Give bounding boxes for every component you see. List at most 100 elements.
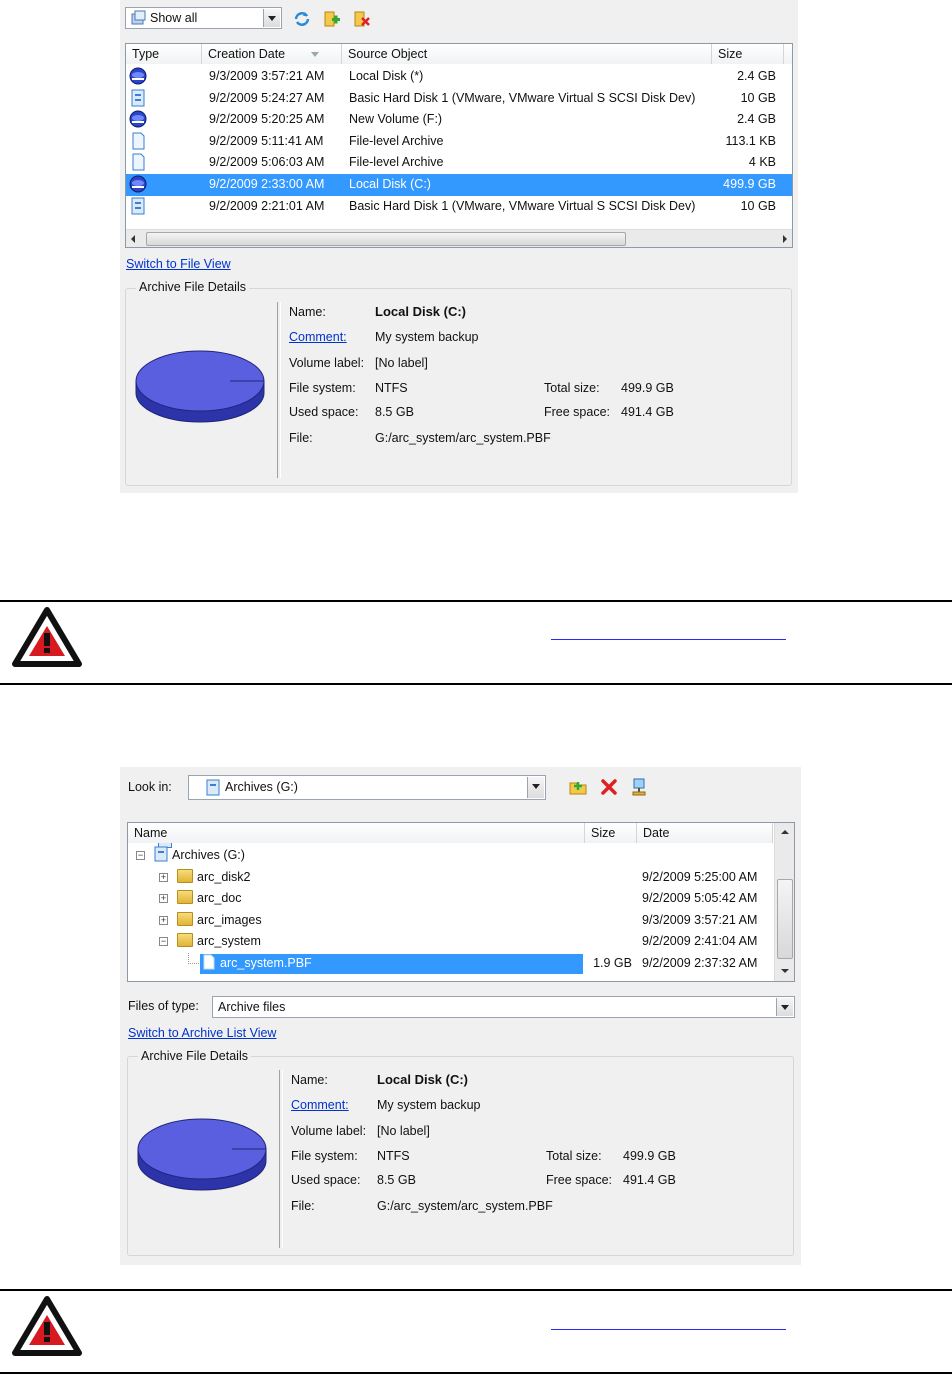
tree-size: [585, 931, 632, 953]
disk-pie-icon: [137, 1118, 267, 1191]
column-header-date[interactable]: Date: [637, 823, 773, 843]
tree-folder[interactable]: + arc_doc 9/2/2009 5:05:42 AM: [128, 888, 794, 910]
expand-icon[interactable]: +: [159, 915, 168, 925]
tree-folder[interactable]: + arc_disk2 9/2/2009 5:25:00 AM: [128, 867, 794, 889]
row-creation-date: 9/2/2009 5:20:25 AM: [209, 112, 325, 127]
row-size: 10 GB: [740, 198, 776, 213]
horizontal-scrollbar[interactable]: [126, 229, 792, 247]
tree-date: 9/3/2009 3:57:21 AM: [642, 912, 758, 927]
network-drive-icon[interactable]: [630, 778, 648, 796]
total-size-value: 499.9 GB: [621, 381, 674, 395]
chevron-down-icon[interactable]: [527, 777, 544, 798]
warning-link-underline[interactable]: [551, 1329, 786, 1330]
files-of-type-label: Files of type:: [128, 999, 199, 1013]
column-header-creation-date-label: Creation Date: [208, 47, 286, 61]
file-icon: [129, 132, 147, 152]
tree-drive[interactable]: − Archives (G:): [128, 845, 794, 867]
column-header-overflow[interactable]: [784, 44, 792, 64]
scroll-thumb[interactable]: [777, 879, 793, 959]
warning-box: [0, 1289, 952, 1374]
name-label: Name:: [289, 305, 326, 319]
row-size: 499.9 GB: [723, 177, 776, 191]
delete-archive-icon[interactable]: [353, 10, 371, 28]
add-archive-icon[interactable]: [323, 10, 341, 28]
switch-to-file-view-link[interactable]: Switch to File View: [126, 257, 231, 271]
scroll-thumb[interactable]: [146, 232, 626, 246]
row-creation-date: 9/3/2009 3:57:21 AM: [209, 69, 325, 83]
row-source-object: Basic Hard Disk 1 (VMware, VMware Virtua…: [349, 198, 696, 213]
look-in-value: Archives (G:): [225, 780, 298, 794]
table-row[interactable]: 9/2/2009 5:24:27 AM Basic Hard Disk 1 (VM…: [126, 88, 792, 110]
tree-file[interactable]: arc_system.PBF 1.9 GB 9/2/2009 2:37:32 AM: [128, 952, 794, 975]
row-size: 2.4 GB: [737, 112, 776, 127]
file-tree-list[interactable]: Name Size Date − Archives (G:) + arc_disk2 9…: [127, 822, 795, 982]
row-source-object: Local Disk (C:): [349, 177, 431, 191]
column-header-type[interactable]: Type: [126, 44, 202, 64]
folder-icon: [177, 890, 193, 904]
scroll-right-icon[interactable]: [783, 235, 787, 243]
expand-icon[interactable]: +: [159, 894, 168, 903]
collapse-icon[interactable]: −: [159, 937, 168, 946]
show-filter-combo[interactable]: Show all: [125, 7, 282, 29]
tree-size: [585, 867, 632, 889]
table-row[interactable]: 9/2/2009 5:20:25 AM New Volume (F:) 2.4 GB: [126, 109, 792, 131]
scroll-up-icon[interactable]: [781, 830, 789, 834]
row-source-object: Basic Hard Disk 1 (VMware, VMware Virtua…: [349, 90, 696, 105]
tree-label: arc_system.PBF: [220, 955, 312, 970]
chevron-down-icon[interactable]: [263, 9, 280, 27]
name-value: Local Disk (C:): [377, 1072, 469, 1087]
comment-link[interactable]: Comment:: [291, 1098, 349, 1112]
details-divider: [279, 1070, 283, 1248]
column-header-name[interactable]: Name: [128, 823, 585, 843]
table-row[interactable]: 9/2/2009 2:33:00 AM Local Disk (C:) 499.9 …: [126, 174, 792, 196]
tree-folder[interactable]: − arc_system 9/2/2009 2:41:04 AM: [128, 931, 794, 953]
delete-icon[interactable]: [600, 778, 618, 796]
refresh-icon[interactable]: [293, 10, 311, 28]
files-of-type-combo[interactable]: Archive files: [212, 996, 795, 1018]
warning-box: [0, 600, 952, 685]
tree-folder[interactable]: + arc_images 9/3/2009 3:57:21 AM: [128, 910, 794, 932]
new-folder-icon[interactable]: [569, 778, 587, 796]
row-source-object: File-level Archive: [349, 133, 444, 148]
file-label: File:: [289, 431, 313, 445]
scroll-down-icon[interactable]: [781, 969, 789, 973]
column-header-creation-date[interactable]: Creation Date: [202, 44, 342, 64]
used-space-label: Used space:: [291, 1173, 361, 1187]
file-browser-panel: Look in: Archives (G:) Name Size Date − A…: [120, 767, 801, 1265]
warning-link-underline[interactable]: [551, 639, 786, 640]
table-row[interactable]: 9/3/2009 3:57:21 AM Local Disk (*) 2.4 GB: [126, 66, 792, 88]
warning-icon: [12, 607, 82, 667]
switch-to-archive-list-link[interactable]: Switch to Archive List View: [128, 1026, 276, 1040]
column-header-source-object[interactable]: Source Object: [342, 44, 712, 64]
free-space-label: Free space:: [546, 1173, 613, 1187]
tree-date: 9/2/2009 2:37:32 AM: [642, 955, 758, 970]
warning-icon: [12, 1296, 82, 1356]
archive-list[interactable]: Type Creation Date Source Object Size 9/…: [125, 43, 793, 248]
table-row[interactable]: 9/2/2009 5:11:41 AM File-level Archive 113…: [126, 131, 792, 153]
chevron-down-icon[interactable]: [776, 998, 793, 1016]
volume-icon: [129, 110, 147, 130]
collapse-icon[interactable]: −: [136, 851, 145, 860]
table-row[interactable]: 9/2/2009 5:06:03 AM File-level Archive 4 K…: [126, 152, 792, 174]
vertical-scrollbar[interactable]: [774, 823, 794, 981]
total-size-value: 499.9 GB: [623, 1149, 676, 1163]
volume-label-value: [No label]: [377, 1124, 430, 1138]
look-in-combo[interactable]: Archives (G:): [188, 775, 546, 800]
disk-icon: [129, 89, 147, 109]
comment-value: My system backup: [375, 330, 479, 344]
file-system-label: File system:: [289, 381, 356, 395]
tree-connector: [188, 952, 199, 964]
expand-icon[interactable]: +: [159, 872, 168, 882]
comment-value: My system backup: [377, 1098, 481, 1112]
table-row[interactable]: 9/2/2009 2:21:01 AM Basic Hard Disk 1 (VM…: [126, 196, 792, 218]
column-header-size[interactable]: Size: [712, 44, 784, 64]
archive-file-details-title: Archive File Details: [136, 280, 249, 294]
file-system-value: NTFS: [377, 1149, 410, 1163]
free-space-value: 491.4 GB: [623, 1173, 676, 1187]
scroll-left-icon[interactable]: [131, 235, 135, 243]
details-divider: [277, 302, 281, 478]
used-space-label: Used space:: [289, 405, 359, 419]
comment-link[interactable]: Comment:: [289, 330, 347, 344]
name-value: Local Disk (C:): [375, 304, 467, 319]
column-header-size[interactable]: Size: [585, 823, 637, 843]
